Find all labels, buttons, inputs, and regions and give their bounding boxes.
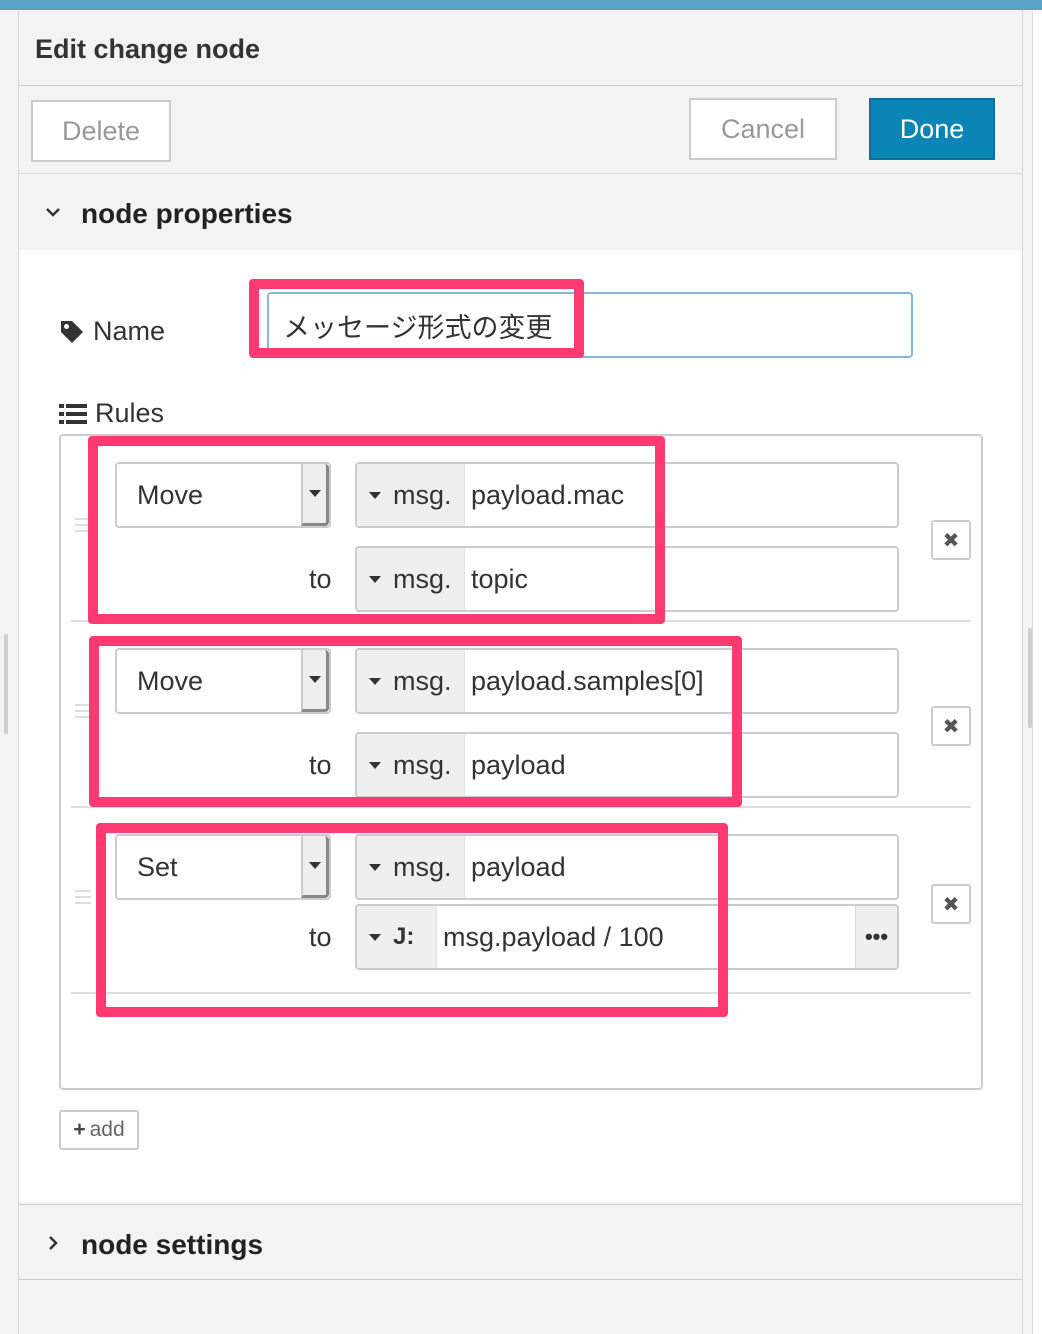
type-prefix: msg. xyxy=(393,749,452,780)
add-rule-button[interactable]: + add xyxy=(59,1110,139,1150)
add-rule-label: add xyxy=(89,1118,125,1141)
rule-target-input[interactable]: J: msg.payload / 100 ••• xyxy=(355,904,899,970)
rule-action-select[interactable]: Set xyxy=(115,834,331,900)
tray-title: Edit change node xyxy=(35,34,261,64)
target-value: payload xyxy=(471,749,566,780)
remove-rule-button[interactable]: ✖ xyxy=(931,706,971,746)
name-label: Name xyxy=(93,316,166,346)
rule-property-input[interactable]: msg. payload.samples[0] xyxy=(355,648,899,714)
remove-rule-button[interactable]: ✖ xyxy=(931,520,971,560)
rule-action-value: Move xyxy=(137,479,204,510)
target-value: topic xyxy=(471,563,529,594)
left-scroll-handle[interactable] xyxy=(4,634,8,734)
caret-down-icon xyxy=(369,575,381,583)
ellipsis-icon: ••• xyxy=(864,924,889,949)
type-prefix: msg. xyxy=(393,563,452,594)
remove-rule-button[interactable]: ✖ xyxy=(931,884,971,924)
caret-down-icon xyxy=(308,676,321,683)
name-input[interactable]: メッセージ形式の変更 xyxy=(267,292,913,358)
property-value: payload.mac xyxy=(471,479,625,510)
chevron-down-icon xyxy=(46,208,60,217)
plus-icon: + xyxy=(73,1118,86,1141)
caret-down-icon xyxy=(308,862,321,869)
select-toggle xyxy=(301,650,329,712)
rule-target-input[interactable]: msg. payload xyxy=(355,732,899,798)
node-properties-label: node properties xyxy=(81,198,293,229)
rule-row: Move msg. payload.samples[0] to msg. pay… xyxy=(71,622,971,808)
node-settings-label: node settings xyxy=(81,1229,264,1260)
drag-handle-icon[interactable] xyxy=(75,518,91,532)
delete-button[interactable]: Delete xyxy=(31,100,171,162)
rules-label: Rules xyxy=(95,398,165,428)
caret-down-icon xyxy=(369,491,381,499)
caret-down-icon xyxy=(369,761,381,769)
name-label-group: Name xyxy=(59,316,165,347)
caret-down-icon xyxy=(369,933,381,941)
expand-editor-button[interactable]: ••• xyxy=(855,906,897,968)
type-select-button[interactable]: msg. xyxy=(357,836,465,898)
done-button[interactable]: Done xyxy=(869,98,995,160)
to-label: to xyxy=(309,750,332,780)
select-toggle xyxy=(301,464,329,526)
close-icon: ✖ xyxy=(942,893,960,916)
rule-property-input[interactable]: msg. payload xyxy=(355,834,899,900)
right-scroll-handle[interactable] xyxy=(1028,628,1032,728)
top-accent-bar xyxy=(0,0,1042,10)
select-toggle xyxy=(301,836,329,898)
rules-list: Move msg. payload.mac to msg. topic ✖ Mo… xyxy=(59,434,983,1090)
list-icon xyxy=(59,403,87,424)
caret-down-icon xyxy=(369,677,381,685)
type-select-button[interactable]: msg. xyxy=(357,548,465,610)
type-select-button[interactable]: J: xyxy=(357,906,437,968)
drag-handle-icon[interactable] xyxy=(75,890,91,904)
type-prefix: msg. xyxy=(393,665,452,696)
type-prefix: msg. xyxy=(393,479,452,510)
jsonata-icon: J: xyxy=(393,923,415,950)
type-select-button[interactable]: msg. xyxy=(357,650,465,712)
cancel-button[interactable]: Cancel xyxy=(689,98,837,160)
chevron-right-icon xyxy=(49,1236,58,1250)
type-prefix: msg. xyxy=(393,851,452,882)
property-value: payload.samples[0] xyxy=(471,665,704,696)
node-settings-header[interactable]: node settings xyxy=(19,1204,1022,1280)
to-label: to xyxy=(309,922,332,952)
node-properties-panel: Name メッセージ形式の変更 Rules Move msg. payload.… xyxy=(19,250,1022,1202)
tag-icon xyxy=(61,320,83,343)
close-icon: ✖ xyxy=(942,529,960,552)
drag-handle-icon[interactable] xyxy=(75,704,91,718)
workspace-edge xyxy=(1032,10,1042,1334)
rule-action-value: Move xyxy=(137,665,204,696)
property-value: payload xyxy=(471,851,566,882)
caret-down-icon xyxy=(308,490,321,497)
rule-row: Set msg. payload to J: msg.payload / 100… xyxy=(71,808,971,994)
edit-tray: Edit change node Delete Cancel Done node… xyxy=(18,10,1023,1334)
close-icon: ✖ xyxy=(942,715,960,738)
to-label: to xyxy=(309,564,332,594)
caret-down-icon xyxy=(369,863,381,871)
rule-action-value: Set xyxy=(137,851,178,882)
rule-action-select[interactable]: Move xyxy=(115,462,331,528)
target-value: msg.payload / 100 xyxy=(443,921,664,952)
rule-target-input[interactable]: msg. topic xyxy=(355,546,899,612)
rules-label-group: Rules xyxy=(59,398,164,429)
tray-toolbar: Delete Cancel Done xyxy=(19,86,1022,174)
node-properties-header[interactable]: node properties xyxy=(19,174,1022,250)
rule-row: Move msg. payload.mac to msg. topic ✖ xyxy=(71,436,971,622)
type-select-button[interactable]: msg. xyxy=(357,734,465,796)
tray-header: Edit change node xyxy=(19,10,1022,86)
type-select-button[interactable]: msg. xyxy=(357,464,465,526)
rule-action-select[interactable]: Move xyxy=(115,648,331,714)
rule-property-input[interactable]: msg. payload.mac xyxy=(355,462,899,528)
